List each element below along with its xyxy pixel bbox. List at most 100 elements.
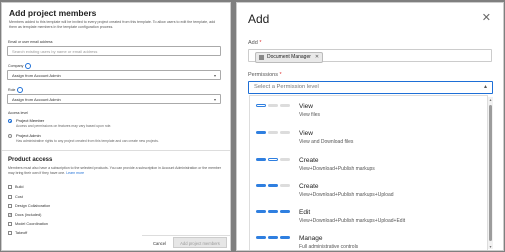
info-icon xyxy=(25,63,32,69)
checkbox-label: Docs (included) xyxy=(15,213,42,217)
checkbox-model-coordination[interactable] xyxy=(8,222,12,226)
checkbox-label: Model Coordination xyxy=(15,222,48,226)
email-search-input[interactable]: Search existing users by name or email a… xyxy=(7,46,221,56)
checkbox-design-collaboration[interactable] xyxy=(8,204,12,208)
dialog-description: Members added to this template will be i… xyxy=(9,20,216,29)
checkbox-build[interactable] xyxy=(8,185,12,189)
scroll-down-icon[interactable]: ▾ xyxy=(488,244,493,249)
option-title: View xyxy=(299,130,313,137)
option-description: View+Download+Publish markups+Upload+Edi… xyxy=(299,218,406,224)
product-access-description: Members must also have a subscription to… xyxy=(8,166,222,175)
role-label: Role xyxy=(8,87,24,93)
permission-option[interactable]: Edit View+Download+Publish markups+Uploa… xyxy=(250,206,489,232)
option-description: Has administrative rights to any project… xyxy=(16,139,159,143)
checkbox-label: Build xyxy=(15,185,24,189)
add-project-members-button[interactable]: Add project members xyxy=(173,237,227,248)
level-segment xyxy=(256,131,266,134)
permission-option[interactable]: Manage Full administrative controls xyxy=(250,232,489,250)
radio-project-admin[interactable] xyxy=(8,134,12,138)
role-icon xyxy=(259,55,264,60)
dropdown-scrollbar[interactable]: ▴ ▾ xyxy=(488,97,493,249)
level-segment xyxy=(256,184,266,187)
level-segment xyxy=(280,236,290,239)
checkbox-label: Design Collaboration xyxy=(15,204,51,208)
level-segment xyxy=(256,158,266,161)
option-description: Full administrative controls xyxy=(299,244,359,250)
add-label: Add * xyxy=(248,40,262,46)
level-segment xyxy=(256,210,266,213)
permission-level-indicator xyxy=(256,158,290,161)
cancel-button[interactable]: Cancel xyxy=(153,241,166,246)
permission-level-select[interactable]: Select a Permission level ▴ xyxy=(248,81,493,94)
level-segment xyxy=(268,236,278,239)
permission-level-indicator xyxy=(256,210,290,213)
chevron-down-icon: ▾ xyxy=(213,97,216,102)
product-access-title: Product access xyxy=(8,157,53,163)
role-value: Assign from Account Admin xyxy=(12,97,61,102)
permission-level-indicator xyxy=(256,236,290,239)
option-description: View files xyxy=(299,112,321,118)
chevron-down-icon: ▾ xyxy=(213,73,216,78)
permission-dropdown-list: View View files View View and Download f… xyxy=(249,95,489,250)
level-segment xyxy=(280,104,290,107)
permission-placeholder: Select a Permission level xyxy=(254,84,319,90)
checkbox-takeoff[interactable] xyxy=(8,231,12,235)
email-label: Email or user email address xyxy=(8,40,53,44)
permission-option[interactable]: View View files xyxy=(250,100,489,126)
permission-level-indicator xyxy=(256,131,290,134)
remove-chip-icon[interactable]: ✕ xyxy=(315,54,319,60)
option-title: Edit xyxy=(299,209,311,216)
learn-more-link[interactable]: Learn more xyxy=(66,171,84,175)
permission-option[interactable]: View View and Download files xyxy=(250,127,489,153)
scrollbar-thumb[interactable] xyxy=(489,105,492,241)
level-segment xyxy=(280,184,290,187)
dialog-title: Add xyxy=(248,12,270,26)
chip-label: Document Manager xyxy=(267,54,311,60)
option-description: View+Download+Publish markups xyxy=(299,166,375,172)
info-icon xyxy=(17,87,24,93)
checkbox-docs[interactable] xyxy=(8,212,12,217)
level-segment xyxy=(268,104,278,107)
level-segment xyxy=(280,210,290,213)
checkbox-label: Cost xyxy=(15,195,23,199)
option-description: View and Download files xyxy=(299,139,354,145)
add-permission-dialog: Add ✕ Add * Document Manager ✕ Permission… xyxy=(236,2,504,251)
divider xyxy=(2,150,230,151)
permission-option[interactable]: Create View+Download+Publish markups xyxy=(250,154,489,180)
option-title: Project Member xyxy=(16,118,45,123)
permission-option[interactable]: Create View+Download+Publish markups+Upl… xyxy=(250,180,489,206)
level-segment xyxy=(268,184,278,187)
level-segment xyxy=(280,158,290,161)
level-segment xyxy=(280,131,290,134)
checkbox-label: Takeoff xyxy=(15,231,28,235)
option-description: View+Download+Publish markups+Upload xyxy=(299,192,394,198)
role-chip: Document Manager ✕ xyxy=(255,52,324,63)
role-select[interactable]: Assign from Account Admin ▾ xyxy=(7,94,221,104)
option-title: Create xyxy=(299,183,319,190)
dialog-title: Add project members xyxy=(9,8,97,18)
footer-divider xyxy=(142,235,230,236)
option-title: Manage xyxy=(299,235,323,242)
option-description: Access and permissions on features may v… xyxy=(16,124,112,128)
scroll-up-icon[interactable]: ▴ xyxy=(488,97,493,102)
permissions-label: Permissions * xyxy=(248,72,282,78)
checkbox-cost[interactable] xyxy=(8,195,12,199)
level-segment xyxy=(268,210,278,213)
chevron-up-icon: ▴ xyxy=(483,84,487,90)
permission-level-indicator xyxy=(256,184,290,187)
permission-level-indicator xyxy=(256,104,290,107)
add-project-members-dialog: Add project members Members added to thi… xyxy=(1,2,231,251)
access-level-label: Access level xyxy=(8,111,28,115)
level-segment xyxy=(256,236,266,239)
close-icon[interactable]: ✕ xyxy=(482,13,491,24)
option-title: View xyxy=(299,103,313,110)
option-title: Project Admin xyxy=(16,133,41,138)
add-field[interactable]: Document Manager ✕ xyxy=(248,49,492,63)
company-select[interactable]: Assign from Account Admin ▾ xyxy=(7,70,221,80)
radio-project-member[interactable] xyxy=(8,119,12,123)
level-segment xyxy=(268,158,278,161)
company-value: Assign from Account Admin xyxy=(12,73,61,78)
level-segment xyxy=(256,104,266,107)
company-label: Company xyxy=(8,63,32,69)
level-segment xyxy=(268,131,278,134)
